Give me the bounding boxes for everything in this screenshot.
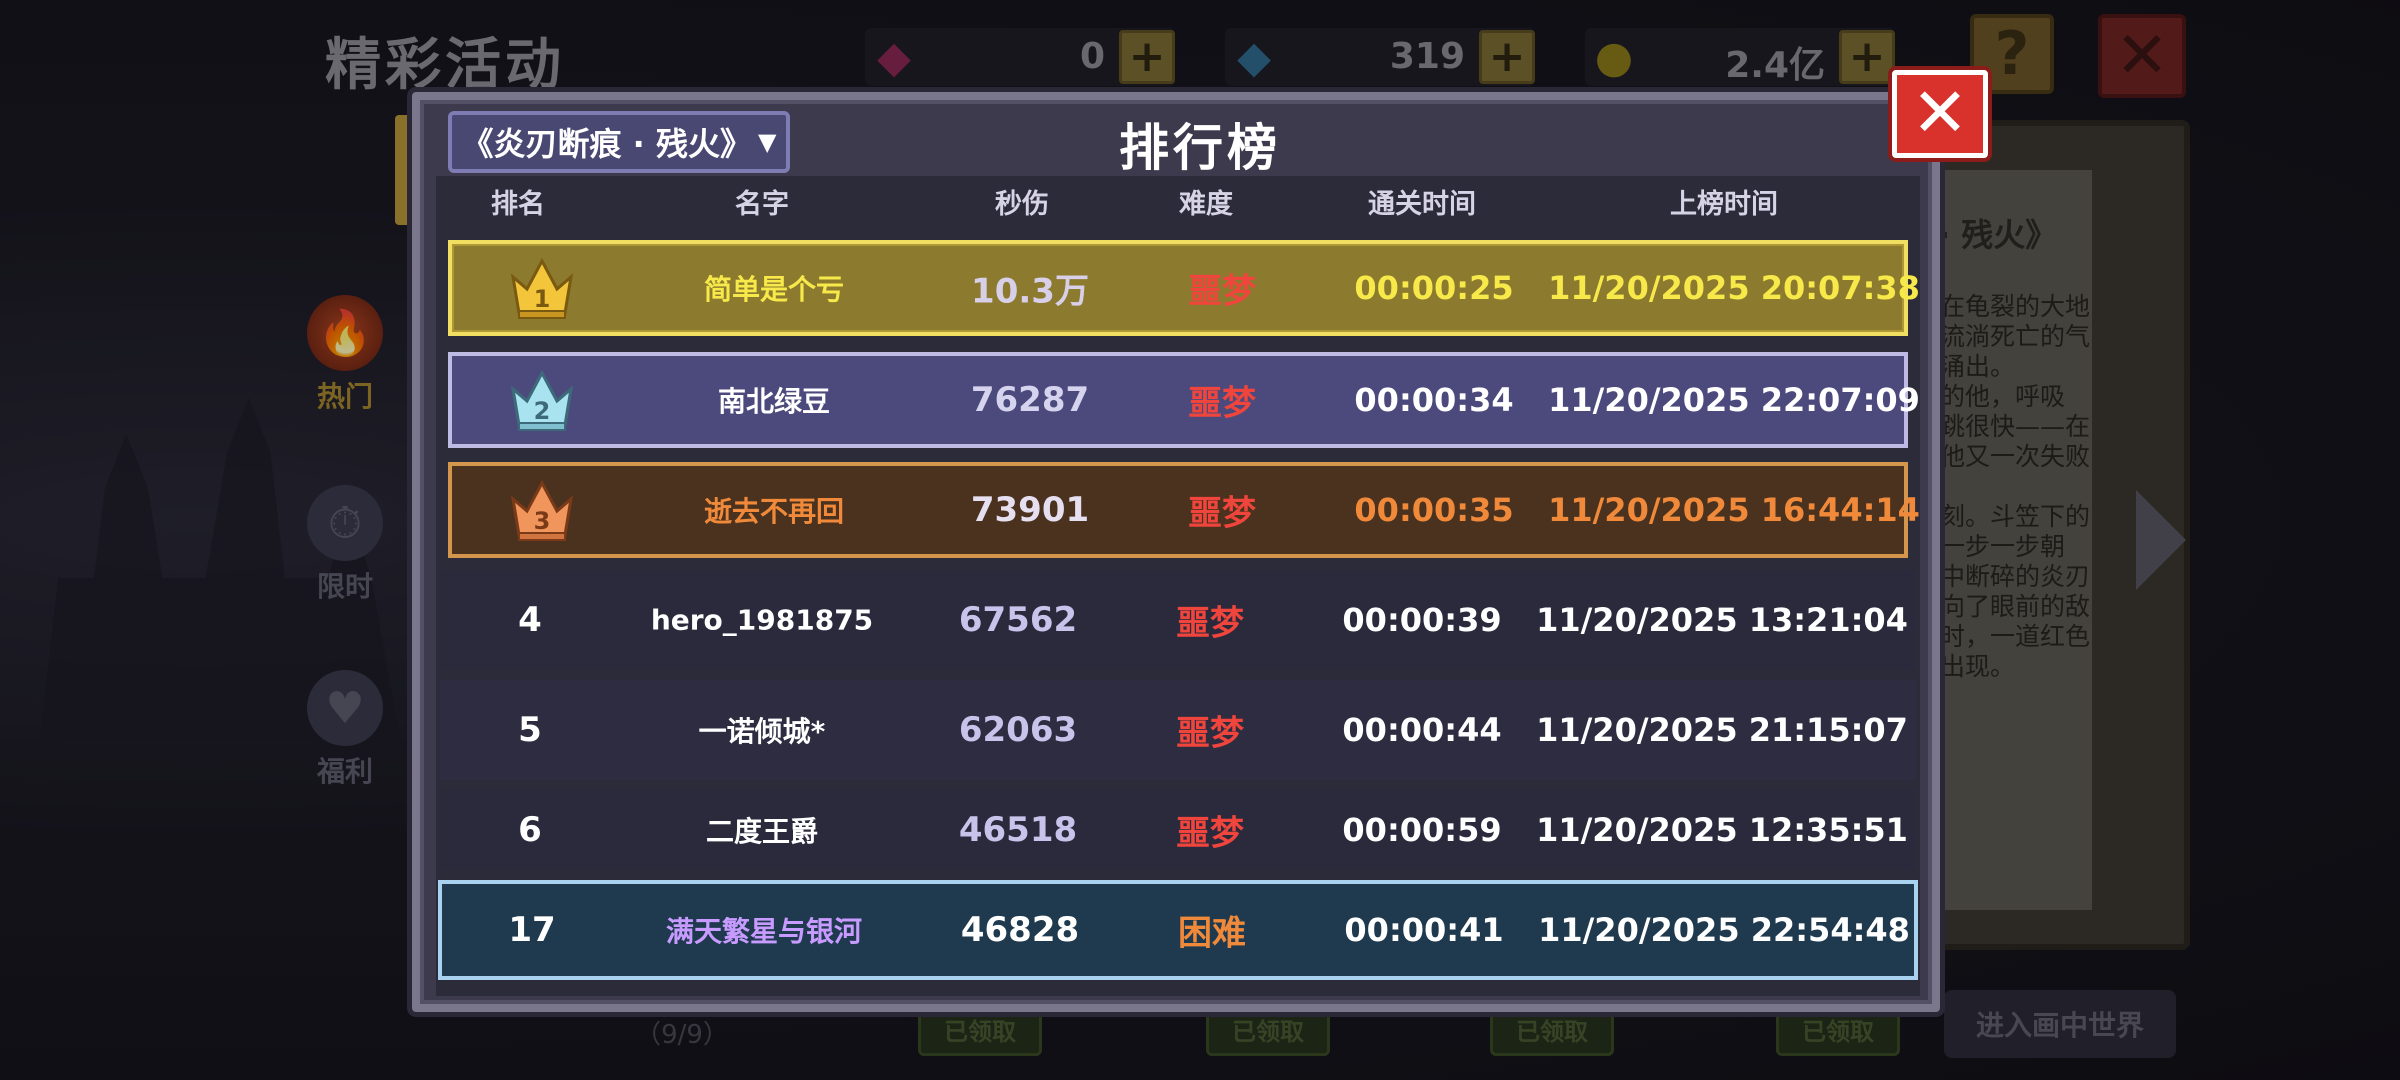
player-dps: 46828: [960, 910, 1080, 950]
header-name: 名字: [735, 189, 789, 220]
player-rank: 5: [518, 710, 542, 750]
player-name: 南北绿豆: [717, 385, 831, 418]
player-listed-time: 11/20/2025 16:44:14: [1548, 491, 1920, 529]
player-name: 满天繁星与银河: [665, 915, 863, 948]
player-rank: 4: [518, 600, 542, 640]
player-rank: 6: [518, 810, 542, 850]
player-listed-time: 11/20/2025 22:54:48: [1538, 911, 1910, 949]
player-difficulty: 噩梦: [1176, 813, 1244, 854]
player-listed-time: 11/20/2025 13:21:04: [1536, 601, 1908, 639]
player-difficulty: 噩梦: [1188, 383, 1256, 424]
table-row[interactable]: 3 逝去不再回 73901 噩梦 00:00:35 11/20/2025 16:…: [448, 462, 1920, 558]
player-dps: 73901: [970, 490, 1090, 530]
season-dropdown[interactable]: 《炎刃断痕 · 残火》 ▼: [448, 111, 790, 173]
leaderboard-rows: 1 简单是个亏 10.3万 噩梦 00:00:25 11/20/2025 20:…: [438, 236, 1920, 986]
player-name: hero_1981875: [650, 603, 874, 637]
silver-crown-icon: 2: [510, 369, 574, 431]
player-difficulty: 噩梦: [1176, 713, 1244, 754]
player-clear-time: 00:00:44: [1342, 711, 1502, 749]
crown-rank-number: 3: [534, 507, 551, 535]
player-name: 简单是个亏: [703, 273, 845, 306]
player-listed-time: 11/20/2025 22:07:09: [1548, 381, 1920, 419]
header-dps: 秒伤: [995, 189, 1049, 220]
caret-down-icon: ▼: [757, 128, 777, 156]
player-clear-time: 00:00:39: [1342, 601, 1502, 639]
player-difficulty: 噩梦: [1188, 271, 1256, 312]
table-row[interactable]: 6 二度王爵 46518 噩梦 00:00:59 11/20/2025 12:3…: [440, 790, 1916, 870]
crown-rank-number: 2: [534, 397, 551, 425]
table-row[interactable]: 5 一诺倾城* 62063 噩梦 00:00:44 11/20/2025 21:…: [440, 680, 1916, 780]
player-difficulty: 噩梦: [1176, 603, 1244, 644]
player-name: 二度王爵: [705, 815, 819, 848]
player-dps: 46518: [958, 810, 1078, 850]
bronze-crown-icon: 3: [510, 479, 574, 541]
crown-rank-number: 1: [534, 285, 551, 313]
header-rank: 排名: [491, 189, 545, 220]
table-row[interactable]: 2 南北绿豆 76287 噩梦 00:00:34 11/20/2025 22:0…: [448, 352, 1920, 448]
player-difficulty: 困难: [1178, 913, 1246, 954]
player-listed-time: 11/20/2025 20:07:38: [1548, 269, 1920, 307]
player-clear-time: 00:00:34: [1354, 381, 1514, 419]
player-listed-time: 11/20/2025 21:15:07: [1536, 711, 1908, 749]
player-listed-time: 11/20/2025 12:35:51: [1536, 811, 1908, 849]
player-name: 逝去不再回: [703, 495, 845, 528]
player-clear-time: 00:00:25: [1354, 269, 1514, 307]
player-clear-time: 00:00:59: [1342, 811, 1502, 849]
player-clear-time: 00:00:41: [1344, 911, 1504, 949]
table-row[interactable]: 4 hero_1981875 67562 噩梦 00:00:39 11/20/2…: [440, 570, 1916, 670]
player-dps: 76287: [970, 380, 1090, 420]
close-icon: ✕: [1911, 74, 1969, 153]
table-row[interactable]: 1 简单是个亏 10.3万 噩梦 00:00:25 11/20/2025 20:…: [448, 240, 1920, 336]
my-rank-row[interactable]: 17 满天繁星与银河 46828 困难 00:00:41 11/20/2025 …: [438, 880, 1918, 980]
player-difficulty: 噩梦: [1188, 493, 1256, 534]
season-dropdown-value: 《炎刃断痕 · 残火》: [461, 125, 752, 163]
header-clear-time: 通关时间: [1368, 189, 1476, 220]
player-rank: 17: [508, 910, 556, 950]
gold-crown-icon: 1: [510, 257, 574, 319]
modal-title: 排行榜: [1119, 119, 1281, 177]
player-dps: 10.3万: [971, 271, 1089, 312]
player-name: 一诺倾城*: [698, 715, 826, 748]
player-dps: 62063: [958, 710, 1078, 750]
player-dps: 67562: [958, 600, 1078, 640]
column-headers: 排名 名字 秒伤 难度 通关时间 上榜时间: [440, 182, 1916, 222]
player-clear-time: 00:00:35: [1354, 491, 1514, 529]
header-listed-time: 上榜时间: [1670, 189, 1778, 220]
header-difficulty: 难度: [1179, 189, 1233, 220]
modal-close-button[interactable]: ✕: [1892, 70, 1988, 158]
